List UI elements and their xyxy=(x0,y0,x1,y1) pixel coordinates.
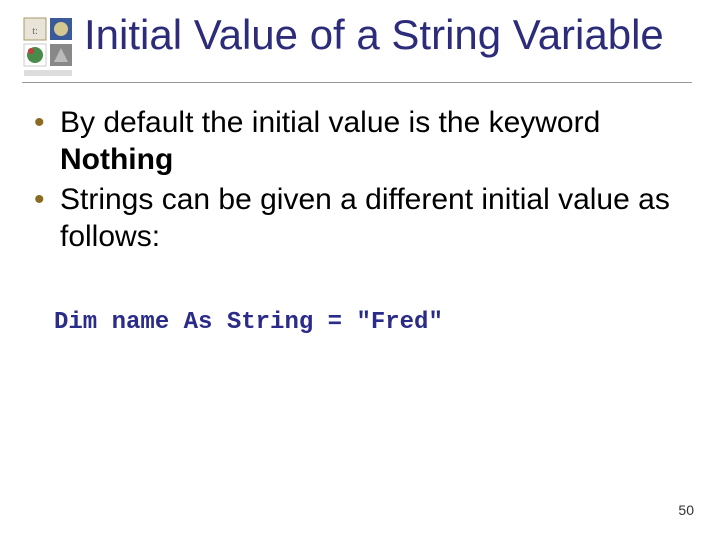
code-example: Dim name As String = "Fred" xyxy=(54,309,692,336)
page-number: 50 xyxy=(678,502,694,518)
list-item: Strings can be given a different initial… xyxy=(30,182,692,255)
list-item: By default the initial value is the keyw… xyxy=(30,105,692,178)
svg-text:t:: t: xyxy=(32,26,38,37)
slide-title: Initial Value of a String Variable xyxy=(84,12,664,57)
bullet-list: By default the initial value is the keyw… xyxy=(30,105,692,255)
bullet-text-pre: Strings can be given a different initial… xyxy=(60,183,670,253)
shapes-logo-icon: t: xyxy=(18,16,78,78)
bullet-keyword: Nothing xyxy=(60,143,173,176)
slide-header: t: Initial Value of a String Variable xyxy=(0,0,720,78)
slide-content: By default the initial value is the keyw… xyxy=(0,83,720,336)
bullet-text-pre: By default the initial value is the keyw… xyxy=(60,106,600,139)
